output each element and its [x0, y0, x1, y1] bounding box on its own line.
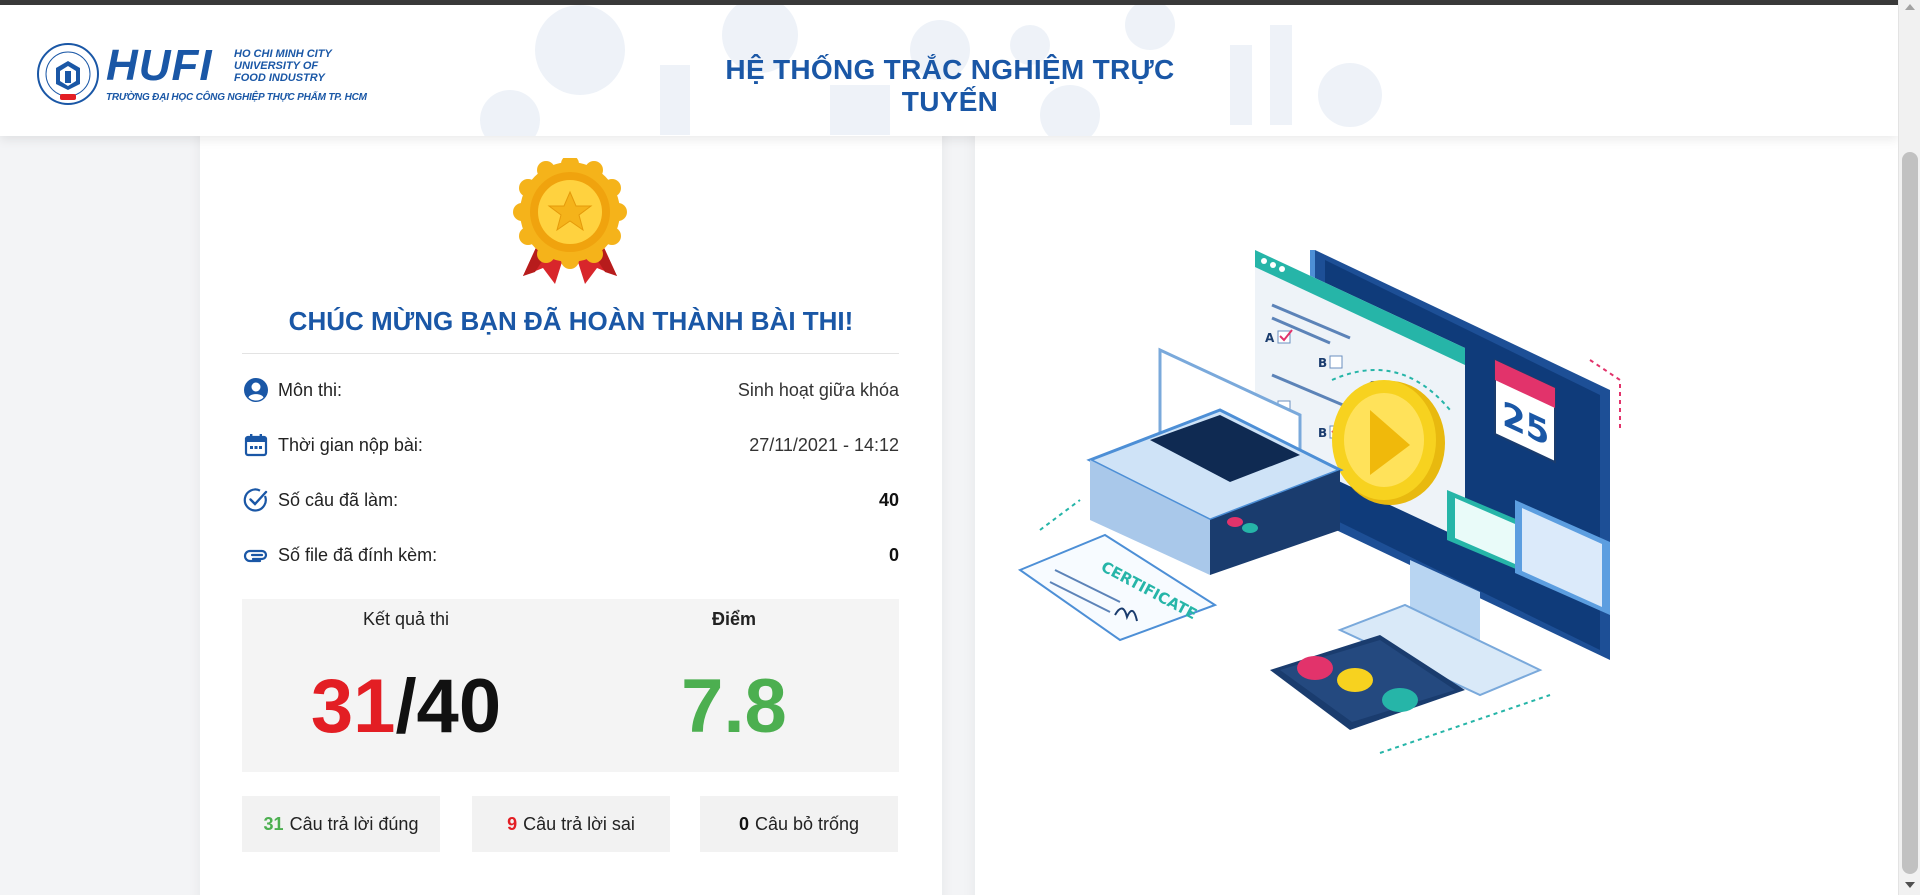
stat-blank-label: Câu bỏ trống	[754, 813, 860, 834]
logo-english-line: FOOD INDUSTRY	[234, 72, 325, 84]
subject-label: Môn thi:	[278, 379, 343, 400]
quiz-option-b2: B	[1318, 426, 1327, 440]
answered-value: 40	[878, 489, 899, 510]
user-icon	[242, 376, 270, 404]
medal-icon	[513, 158, 627, 284]
check-circle-icon	[242, 486, 270, 514]
exam-result-heading: Kết quả thi	[362, 609, 450, 629]
attachments-value: 0	[888, 544, 899, 565]
logo-vietnamese-name: TRƯỜNG ĐẠI HỌC CÔNG NGHIỆP THỰC PHẨM TP.…	[106, 92, 367, 103]
app-header: HUFI HO CHI MINH CITY UNIVERSITY OF FOOD…	[0, 5, 1898, 136]
info-row-answered: Số câu đã làm: 40	[242, 483, 899, 517]
stat-wrong: 9 Câu trả lời sai	[472, 796, 670, 852]
exam-result-value: 31/40	[242, 667, 570, 747]
hufi-logo[interactable]: HUFI HO CHI MINH CITY UNIVERSITY OF FOOD…	[36, 39, 367, 109]
hufi-seal-icon	[37, 43, 99, 105]
logo-brand: HUFI	[106, 41, 213, 90]
logo-english-line: HO CHI MINH CITY	[234, 48, 332, 60]
result-summary-box: Kết quả thi 31/40 Điểm 7.8	[242, 599, 899, 772]
app-title: HỆ THỐNG TRẮC NGHIỆM TRỰC TUYẾN	[725, 54, 1175, 117]
info-row-subject: Môn thi: Sinh hoạt giữa khóa	[242, 373, 899, 407]
scroll-down-arrow-icon[interactable]	[1905, 882, 1915, 888]
stat-correct-label: Câu trả lời đúng	[289, 813, 419, 834]
logo-english-line: UNIVERSITY OF	[234, 60, 319, 72]
paperclip-icon	[242, 541, 270, 569]
scrollbar-thumb[interactable]	[1902, 152, 1918, 874]
quiz-option-a1: A	[1265, 331, 1275, 345]
congrats-heading: CHÚC MỪNG BẠN ĐÃ HOÀN THÀNH BÀI THI!	[288, 306, 854, 336]
score-column: Điểm 7.8	[570, 599, 898, 772]
correct-count: 31	[310, 664, 396, 749]
vertical-scrollbar[interactable]	[1898, 0, 1920, 895]
stat-blank-count: 0	[738, 813, 749, 834]
divider	[242, 353, 899, 354]
stat-wrong-label: Câu trả lời sai	[523, 813, 635, 834]
online-exam-illustration: A B C A B C 25	[1017, 250, 1621, 754]
total-count: /40	[395, 664, 502, 749]
stat-correct-count: 31	[263, 813, 284, 834]
submit-time-label: Thời gian nộp bài:	[278, 434, 423, 455]
scroll-up-arrow-icon[interactable]	[1905, 4, 1915, 10]
attachments-label: Số file đã đính kèm:	[278, 544, 438, 565]
logo-text: HUFI HO CHI MINH CITY UNIVERSITY OF FOOD…	[106, 41, 367, 106]
exam-result-column: Kết quả thi 31/40	[242, 599, 570, 772]
submit-time-value: 27/11/2021 - 14:12	[749, 434, 899, 455]
stat-blank: 0 Câu bỏ trống	[700, 796, 898, 852]
result-card: CHÚC MỪNG BẠN ĐÃ HOÀN THÀNH BÀI THI! Môn…	[200, 120, 942, 895]
score-heading: Điểm	[711, 609, 756, 629]
info-row-attachments: Số file đã đính kèm: 0	[242, 538, 899, 572]
subject-value: Sinh hoạt giữa khóa	[737, 379, 899, 400]
stat-correct: 31 Câu trả lời đúng	[242, 796, 440, 852]
calendar-icon	[242, 431, 270, 459]
quiz-option-b1: B	[1318, 356, 1327, 370]
score-value: 7.8	[681, 664, 787, 749]
stat-wrong-count: 9	[507, 813, 518, 834]
logo-english-name: HO CHI MINH CITY UNIVERSITY OF FOOD INDU…	[234, 48, 354, 84]
answered-label: Số câu đã làm:	[278, 489, 399, 510]
info-row-submit-time: Thời gian nộp bài: 27/11/2021 - 14:12	[242, 428, 899, 462]
